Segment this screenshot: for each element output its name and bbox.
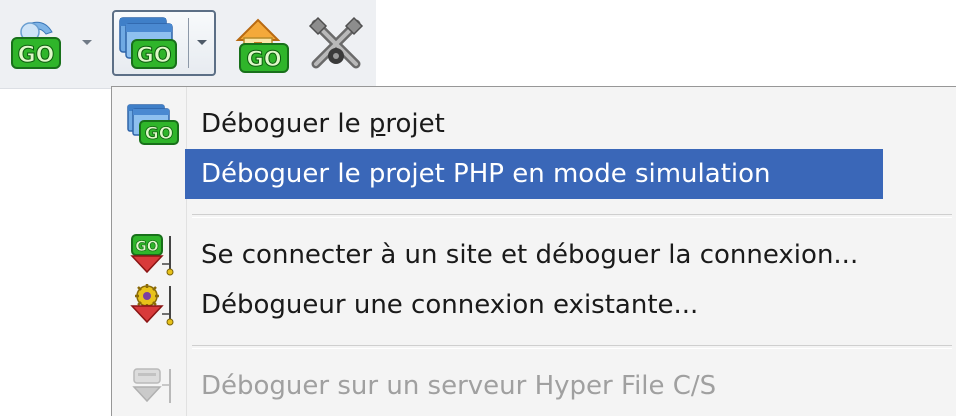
go-green-icon: GO bbox=[8, 18, 66, 70]
windows-go-icon: GO bbox=[118, 16, 180, 70]
svg-text:GO: GO bbox=[18, 43, 55, 68]
stop-debug-button[interactable] bbox=[300, 10, 370, 76]
menu-separator bbox=[192, 214, 952, 218]
go-button-dropdown[interactable] bbox=[74, 12, 100, 74]
house-go-icon: GO bbox=[232, 14, 292, 74]
split-divider bbox=[188, 18, 189, 68]
windows-go-icon: GO bbox=[126, 103, 180, 145]
svg-text:GO: GO bbox=[145, 124, 173, 144]
go-button[interactable]: GO bbox=[4, 10, 104, 76]
svg-text:GO: GO bbox=[246, 47, 281, 71]
debug-project-dropdown-menu: GO Déboguer le projet Déboguer le projet… bbox=[111, 86, 956, 416]
svg-text:GO: GO bbox=[135, 239, 158, 255]
menu-item-debug-php-simulation[interactable]: Déboguer le projet PHP en mode simulatio… bbox=[112, 149, 956, 199]
menu-item-label: Déboguer le projet PHP en mode simulatio… bbox=[201, 159, 771, 189]
menu-item-debug-existing-connection[interactable]: Débogueur une connexion existante... bbox=[112, 280, 956, 330]
menu-item-debug-project[interactable]: GO Déboguer le projet bbox=[112, 99, 956, 149]
menu-separator bbox=[192, 345, 952, 349]
menu-item-debug-hyperfile-server: Déboguer sur un serveur Hyper File C/S bbox=[112, 361, 956, 411]
crossed-tools-icon bbox=[308, 16, 364, 72]
gear-debug-connect-icon bbox=[126, 284, 180, 326]
go-debug-connect-icon: GO bbox=[126, 234, 180, 276]
menu-item-label: Déboguer le projet bbox=[201, 109, 445, 139]
chevron-down-icon bbox=[196, 39, 208, 47]
menu-item-label: Débogueur une connexion existante... bbox=[201, 290, 699, 320]
go-home-button[interactable]: GO bbox=[226, 10, 296, 76]
menu-item-label: Déboguer sur un serveur Hyper File C/S bbox=[201, 371, 717, 401]
svg-text:GO: GO bbox=[136, 43, 171, 67]
menu-item-connect-and-debug[interactable]: GO Se connecter à un site et déboguer la… bbox=[112, 230, 956, 280]
screen: GO GO GO GO Déboguer le projet Déboguer … bbox=[0, 0, 956, 416]
debug-project-dropdown[interactable] bbox=[190, 12, 214, 74]
server-debug-icon bbox=[126, 365, 180, 407]
debug-toolbar: GO GO GO bbox=[0, 0, 376, 89]
chevron-down-icon bbox=[81, 39, 93, 47]
menu-item-label: Se connecter à un site et déboguer la co… bbox=[201, 240, 859, 270]
debug-project-split-button[interactable]: GO bbox=[112, 10, 216, 76]
